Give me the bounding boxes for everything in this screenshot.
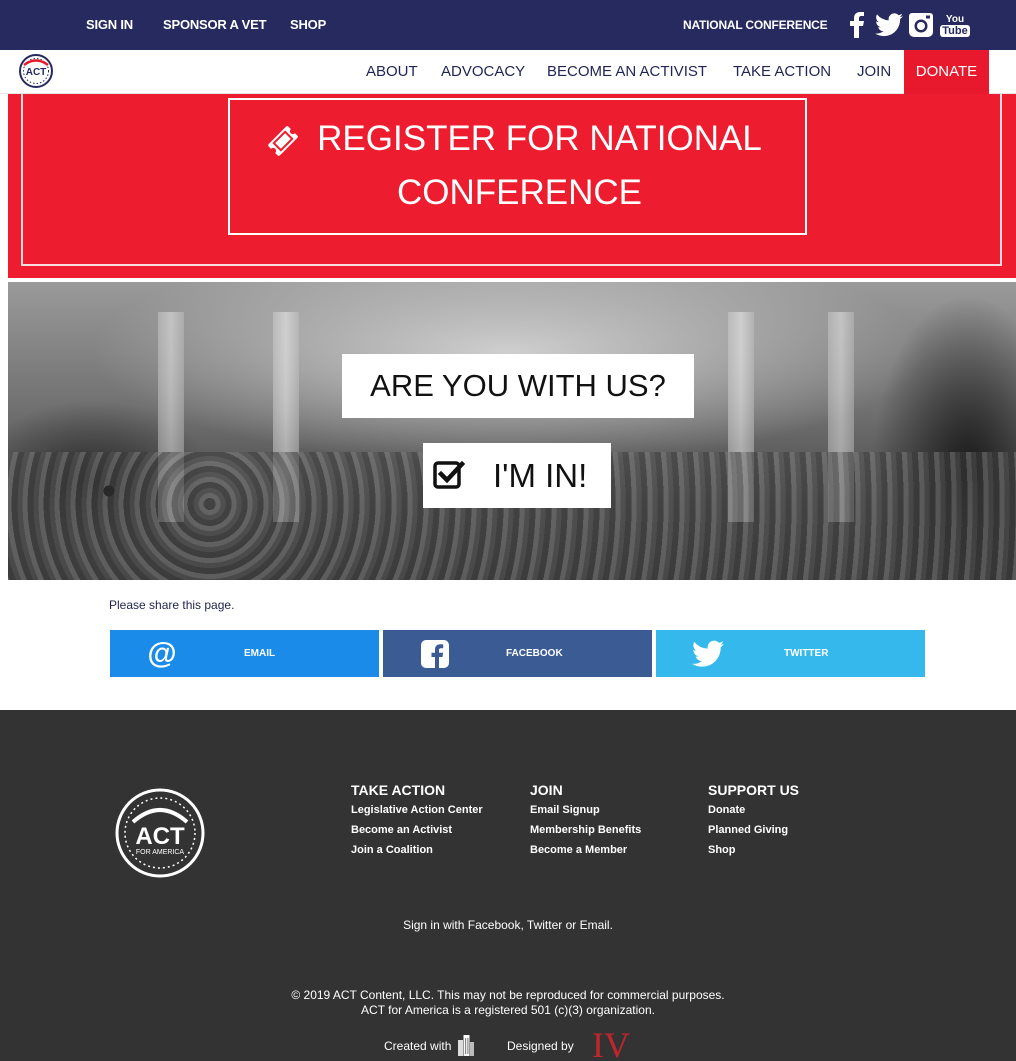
footer-link-become-a-member[interactable]: Become a Member xyxy=(530,844,627,856)
register-line-1: REGISTER FOR NATIONAL xyxy=(317,119,762,158)
twitter-icon[interactable] xyxy=(874,10,904,40)
svg-text:@: @ xyxy=(147,638,176,670)
copyright-text: © 2019 ACT Content, LLC. This may not be… xyxy=(291,988,725,1002)
created-with-label: Created with xyxy=(384,1039,452,1053)
nav-item-join[interactable]: JOIN xyxy=(857,50,891,94)
footer-link-email-signup[interactable]: Email Signup xyxy=(530,804,600,816)
facebook-icon xyxy=(421,640,449,668)
footer-column-title: SUPPORT US xyxy=(708,782,800,798)
footer-column-title: JOIN xyxy=(530,782,563,798)
footer-copyright: © 2019 ACT Content, LLC. This may not be… xyxy=(0,988,1016,1018)
building-icon[interactable] xyxy=(456,1034,476,1056)
logo-text: ACT xyxy=(26,67,47,78)
sponsor-a-vet-link[interactable]: SPONSOR A VET xyxy=(163,0,267,50)
nonprofit-note: ACT for America is a registered 501 (c)(… xyxy=(361,1003,655,1017)
site-footer: ACT FOR AMERICA TAKE ACTION Legislative … xyxy=(0,710,1016,1061)
footer-link-shop[interactable]: Shop xyxy=(708,844,736,856)
footer-logo-text: ACT xyxy=(135,823,185,850)
footer-link-planned-giving[interactable]: Planned Giving xyxy=(708,824,788,836)
im-in-button[interactable]: I'M IN! xyxy=(423,443,611,508)
top-utility-bar: SIGN IN SPONSOR A VET SHOP NATIONAL CONF… xyxy=(0,0,1016,50)
shop-link[interactable]: SHOP xyxy=(290,0,326,50)
im-in-label: I'M IN! xyxy=(493,457,588,494)
register-for-national-conference-button[interactable]: REGISTER FOR NATIONAL CONFERENCE xyxy=(228,98,807,235)
hero-image xyxy=(8,282,1016,580)
nav-item-advocacy[interactable]: ADVOCACY xyxy=(441,50,525,94)
facebook-icon[interactable] xyxy=(842,10,872,40)
main-navigation: ACT ABOUT ADVOCACY BECOME AN ACTIVIST TA… xyxy=(0,50,1016,94)
designed-by-label: Designed by xyxy=(507,1039,574,1053)
sign-in-link[interactable]: SIGN IN xyxy=(86,0,133,50)
act-for-america-logo[interactable]: ACT FOR AMERICA xyxy=(115,788,205,878)
checkbox-checked-icon xyxy=(433,460,465,489)
footer-logo-subtext: FOR AMERICA xyxy=(136,849,185,856)
register-line-2: CONFERENCE xyxy=(396,173,643,212)
are-you-with-us-heading: ARE YOU WITH US? xyxy=(342,354,694,418)
twitter-icon xyxy=(692,640,724,667)
share-email-label: EMAIL xyxy=(244,648,276,659)
share-facebook-label: FACEBOOK xyxy=(506,648,563,659)
nav-item-become-an-activist[interactable]: BECOME AN ACTIVIST xyxy=(547,50,707,94)
designer-logo[interactable]: IV xyxy=(592,1024,630,1061)
share-facebook-button[interactable]: FACEBOOK xyxy=(383,630,652,677)
share-email-button[interactable]: @ EMAIL xyxy=(110,630,379,677)
footer-link-join-a-coalition[interactable]: Join a Coalition xyxy=(351,844,433,856)
footer-link-donate[interactable]: Donate xyxy=(708,804,745,816)
national-conference-link[interactable]: NATIONAL CONFERENCE xyxy=(683,0,828,50)
youtube-icon-top-text: You xyxy=(945,13,965,25)
at-sign-icon: @ xyxy=(147,638,176,670)
footer-link-membership-benefits[interactable]: Membership Benefits xyxy=(530,824,641,836)
footer-link-become-an-activist[interactable]: Become an Activist xyxy=(351,824,452,836)
youtube-icon[interactable]: You Tube xyxy=(940,10,970,40)
nav-item-take-action[interactable]: TAKE ACTION xyxy=(733,50,831,94)
act-logo-icon[interactable]: ACT xyxy=(19,54,53,88)
share-twitter-label: TWITTER xyxy=(784,648,829,659)
footer-link-legislative-action-center[interactable]: Legislative Action Center xyxy=(351,804,483,816)
footer-sign-in-link[interactable]: Sign in with Facebook, Twitter or Email. xyxy=(0,918,1016,932)
share-twitter-button[interactable]: TWITTER xyxy=(656,630,925,677)
donate-button[interactable]: DONATE xyxy=(904,50,989,94)
instagram-icon[interactable] xyxy=(906,10,936,40)
nav-item-about[interactable]: ABOUT xyxy=(366,50,418,94)
share-prompt: Please share this page. xyxy=(109,598,235,612)
youtube-icon-bottom-text: Tube xyxy=(940,24,970,37)
footer-column-title: TAKE ACTION xyxy=(351,782,446,798)
